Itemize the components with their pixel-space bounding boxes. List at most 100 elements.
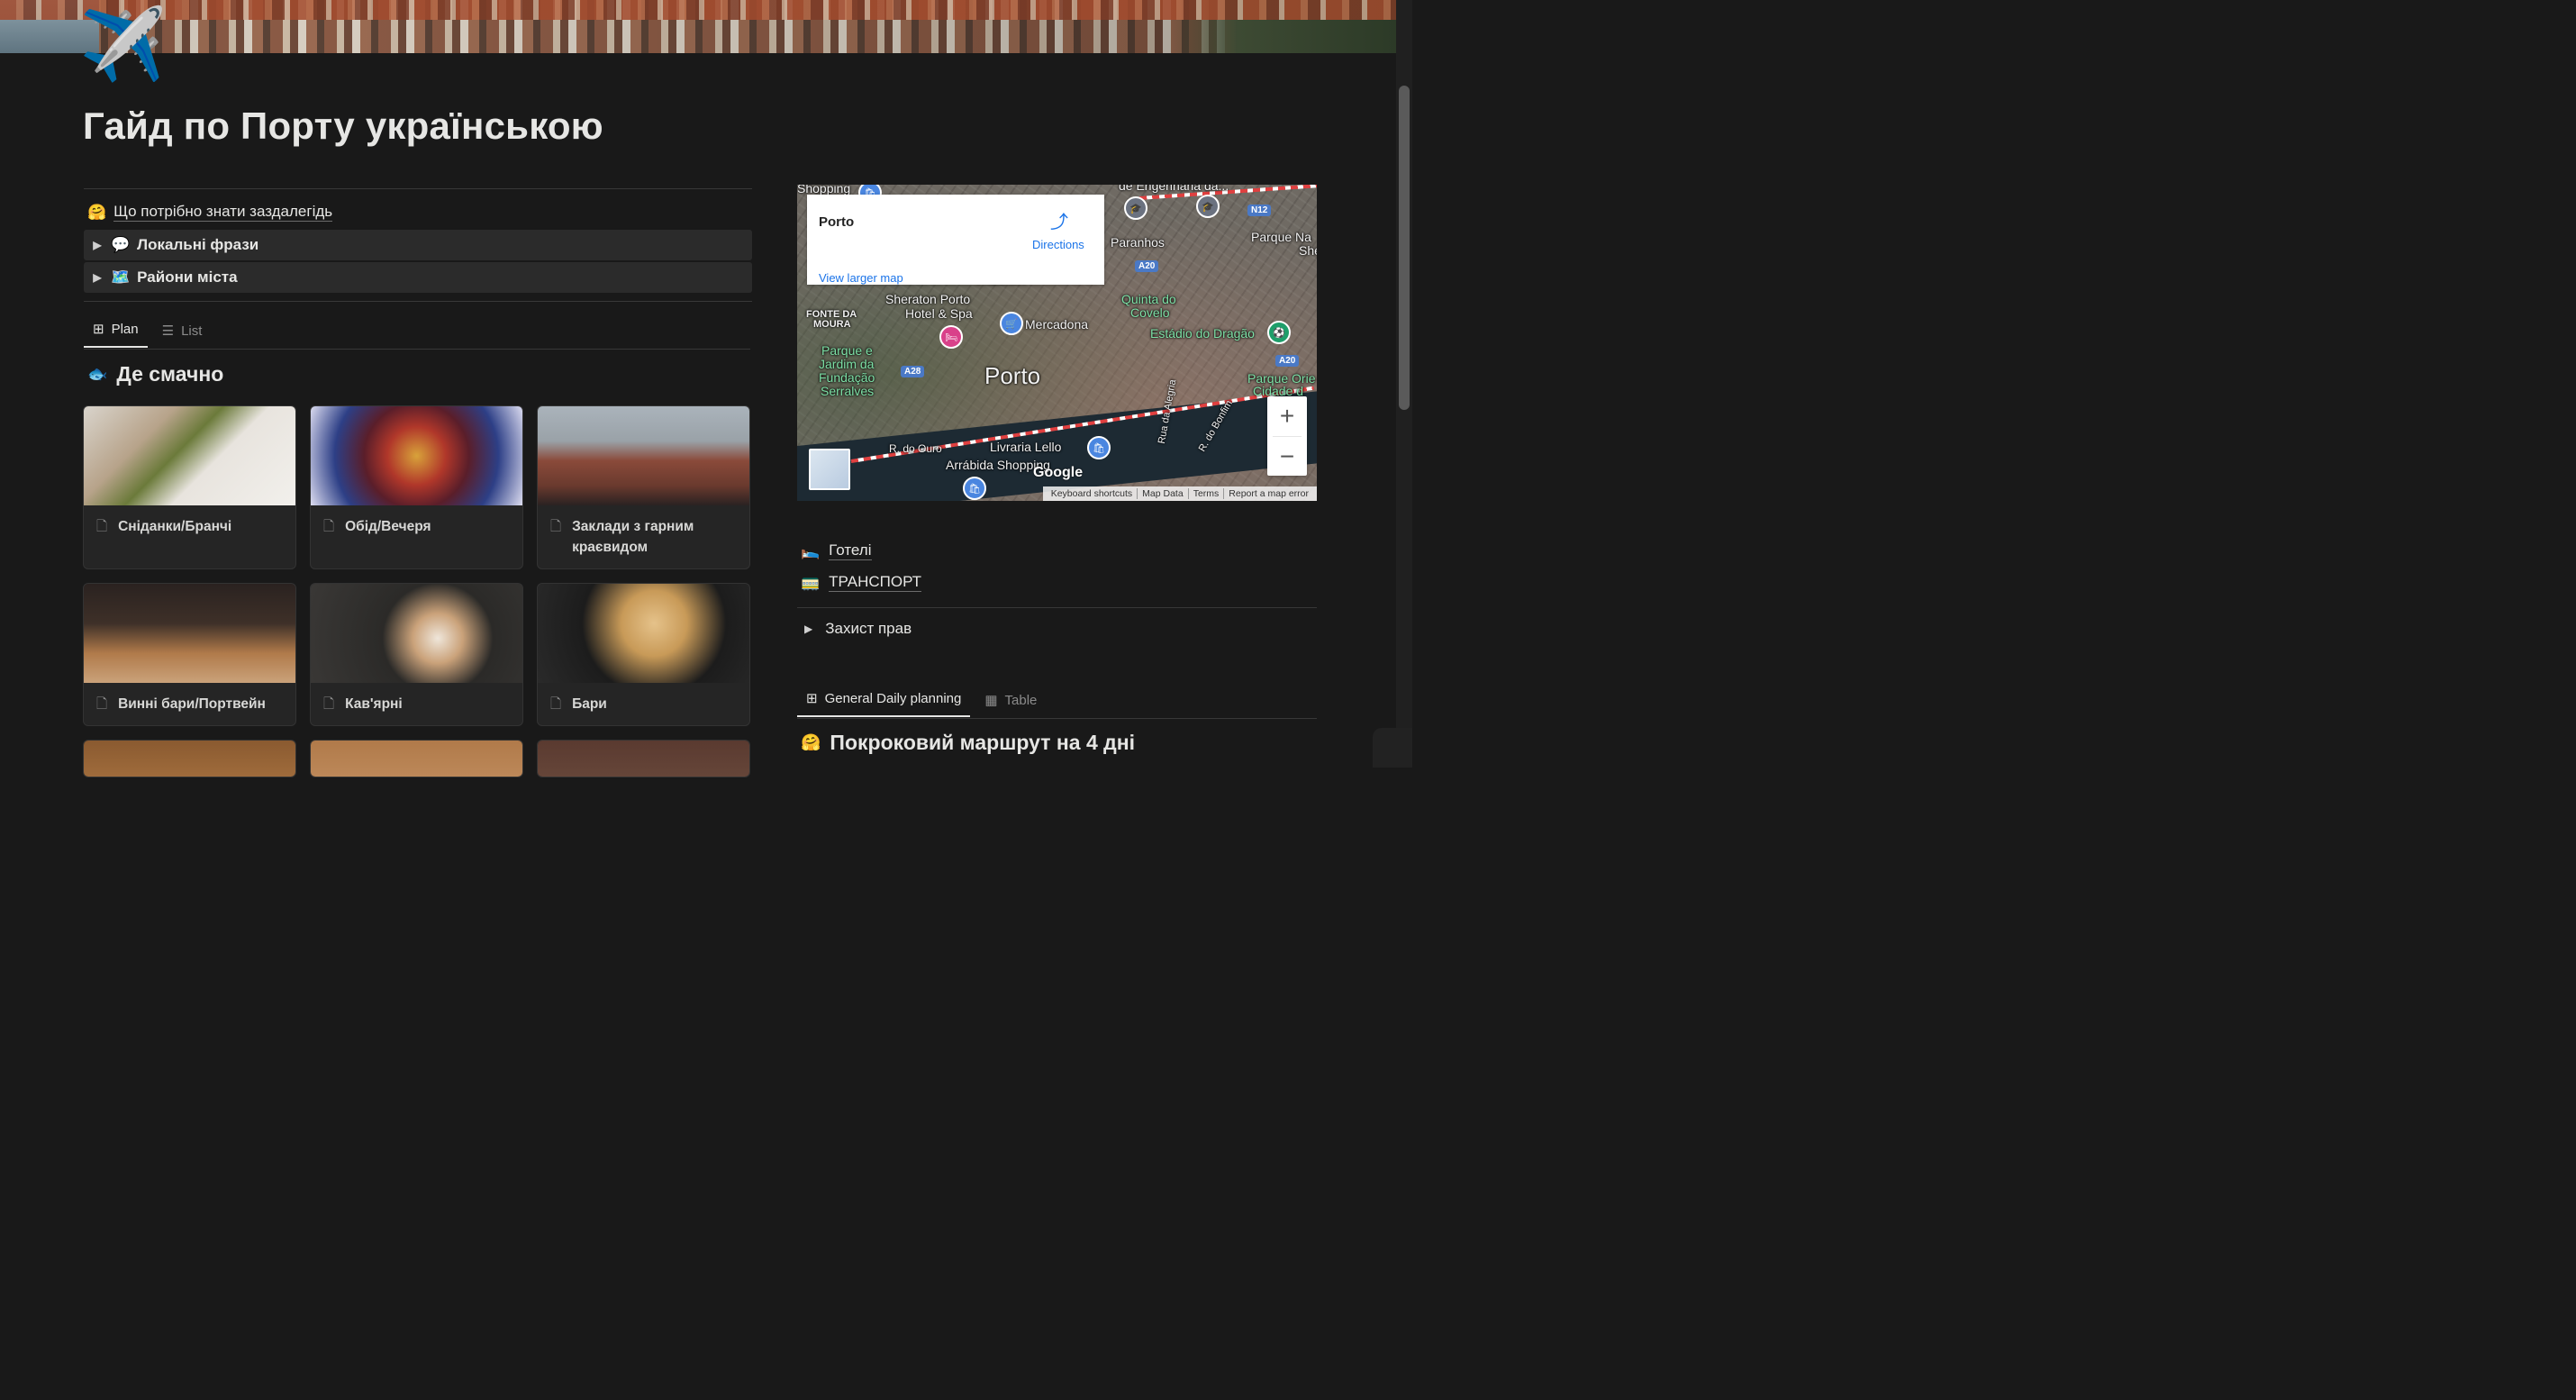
- card-cover-image: [84, 741, 295, 777]
- cover-greenery: [1171, 0, 1396, 53]
- card-title: Обід/Вечеря: [345, 519, 431, 534]
- card-cover-image: [84, 406, 295, 505]
- directions-link[interactable]: Directions: [1032, 238, 1084, 251]
- road-badge: A20: [1135, 260, 1159, 272]
- map-label: Quinta do: [1121, 292, 1176, 306]
- page-icon: 🗋: [550, 519, 562, 534]
- map-label: Parque Na: [1251, 230, 1311, 244]
- card-title: Сніданки/Бранчі: [118, 519, 232, 534]
- map-icon: 🗺️: [111, 268, 131, 286]
- map-type-toggle[interactable]: [809, 449, 850, 490]
- page-icon: 🗋: [96, 696, 108, 712]
- gallery-card[interactable]: 🗋 Бари: [537, 583, 750, 726]
- tab-table[interactable]: ▦ Table: [975, 692, 1046, 717]
- divider: [797, 607, 1317, 608]
- view-tabs-right: ⊞ General Daily planning ▦ Table: [797, 690, 1046, 717]
- toggle-triangle-icon[interactable]: ▶: [84, 271, 111, 284]
- divider: [797, 718, 1317, 719]
- link-hotels[interactable]: 🛌 Готелі: [801, 541, 872, 560]
- tab-label: Plan: [111, 321, 139, 337]
- link-label: Готелі: [829, 541, 872, 560]
- gallery-card[interactable]: 🗋 Заклади з гарним краєвидом: [537, 405, 750, 569]
- gallery-card[interactable]: [310, 740, 523, 777]
- card-cover-image: [538, 584, 749, 683]
- road-badge: A28: [901, 366, 925, 377]
- card-title: Винні бари/Портвейн: [118, 696, 266, 712]
- shopping-bag-pin-icon[interactable]: 🛍: [963, 477, 986, 500]
- scrollbar-thumb[interactable]: [1399, 86, 1410, 410]
- page-icon: 🗋: [323, 696, 335, 712]
- divider: [84, 349, 750, 350]
- tab-list[interactable]: ☰ List: [153, 323, 212, 348]
- card-cover-image: [311, 406, 522, 505]
- view-larger-map-link[interactable]: View larger map: [819, 271, 903, 285]
- hotel-pin-icon[interactable]: 🛏: [939, 325, 963, 349]
- link-label: ТРАНСПОРТ: [829, 573, 922, 592]
- gallery-card[interactable]: [83, 740, 296, 777]
- map-label: de Engenharia da...: [1119, 185, 1229, 193]
- page-icon: 🗋: [96, 519, 108, 534]
- page-title: Гайд по Порту українською: [83, 105, 603, 147]
- map-label: Sheraton Porto: [885, 292, 971, 306]
- map-label: Jardim da: [819, 357, 875, 371]
- view-tabs-left: ⊞ Plan ☰ List: [84, 321, 211, 348]
- gallery-card[interactable]: 🗋 Кав'ярні: [310, 583, 523, 726]
- embedded-map[interactable]: Shopping de Engenharia da... Paranhos Pa…: [797, 185, 1317, 501]
- map-label: Fundação: [819, 370, 875, 385]
- gallery-card[interactable]: 🗋 Обід/Вечеря: [310, 405, 523, 569]
- zoom-in-button[interactable]: +: [1267, 396, 1307, 436]
- map-data-link[interactable]: Map Data: [1138, 488, 1189, 499]
- tab-general-daily-planning[interactable]: ⊞ General Daily planning: [797, 690, 971, 717]
- toggle-triangle-icon[interactable]: ▶: [84, 239, 111, 251]
- map-label: Paranhos: [1111, 235, 1165, 250]
- shopping-bag-pin-icon[interactable]: 🛍: [1087, 436, 1111, 459]
- fish-icon: 🐟: [87, 365, 108, 383]
- link-label: Що потрібно знати заздалегідь: [113, 203, 333, 222]
- card-cover-image: [538, 741, 749, 777]
- stadium-pin-icon[interactable]: ⚽: [1267, 321, 1291, 344]
- tab-plan[interactable]: ⊞ Plan: [84, 321, 148, 348]
- link-transport[interactable]: 🚃 ТРАНСПОРТ: [801, 573, 922, 592]
- divider: [84, 188, 752, 189]
- card-cover-image: [311, 741, 522, 777]
- terms-link[interactable]: Terms: [1189, 488, 1225, 499]
- list-icon: ☰: [161, 323, 175, 339]
- map-info-card: Porto ⤴ Directions View larger map: [807, 195, 1104, 285]
- map-label: Covelo: [1130, 305, 1170, 320]
- page-icon: 🗋: [550, 696, 562, 712]
- school-pin-icon[interactable]: 🎓: [1124, 196, 1147, 220]
- bed-icon: 🛌: [801, 541, 821, 559]
- school-pin-icon[interactable]: 🎓: [1196, 195, 1220, 218]
- report-map-error-link[interactable]: Report a map error: [1224, 488, 1313, 499]
- directions-icon[interactable]: ⤴: [1050, 207, 1068, 233]
- toggle-label: Локальні фрази: [137, 236, 259, 253]
- shopping-cart-pin-icon[interactable]: 🛒: [1000, 312, 1023, 335]
- map-label: Estádio do Dragão: [1150, 326, 1255, 341]
- map-label: Hotel & Spa: [905, 306, 973, 321]
- map-attribution: Keyboard shortcuts Map Data Terms Report…: [1042, 486, 1317, 501]
- link-know-in-advance[interactable]: 🤗 Що потрібно знати заздалегідь: [87, 203, 333, 222]
- toggle-label: Захист прав: [825, 620, 912, 637]
- zoom-out-button[interactable]: −: [1267, 437, 1307, 477]
- speech-bubble-icon: 💬: [111, 236, 131, 253]
- page-icon: 🗋: [323, 519, 335, 534]
- tab-label: Table: [1004, 692, 1038, 708]
- keyboard-shortcuts-link[interactable]: Keyboard shortcuts: [1047, 488, 1138, 499]
- map-label: She: [1299, 243, 1317, 258]
- gallery-card[interactable]: 🗋 Винні бари/Портвейн: [83, 583, 296, 726]
- help-button[interactable]: [1373, 728, 1412, 768]
- page-icon[interactable]: ✈️: [79, 9, 167, 79]
- toggle-triangle-icon[interactable]: ▶: [804, 623, 812, 635]
- map-label: Serralves: [821, 384, 875, 398]
- map-label: MOURA: [813, 319, 851, 330]
- toggle-local-phrases[interactable]: ▶ 💬 Локальні фрази: [84, 230, 752, 260]
- gallery-icon: ⊞: [806, 691, 818, 706]
- toggle-rights-protection[interactable]: ▶ Захист прав: [804, 620, 912, 638]
- map-label: Parque e: [821, 343, 873, 358]
- hugging-face-icon: 🤗: [87, 203, 107, 221]
- gallery-card[interactable]: 🗋 Сніданки/Бранчі: [83, 405, 296, 569]
- gallery-card[interactable]: [537, 740, 750, 777]
- divider: [84, 301, 752, 302]
- toggle-city-districts[interactable]: ▶ 🗺️ Райони міста: [84, 262, 752, 293]
- map-label: Mercadona: [1025, 317, 1089, 332]
